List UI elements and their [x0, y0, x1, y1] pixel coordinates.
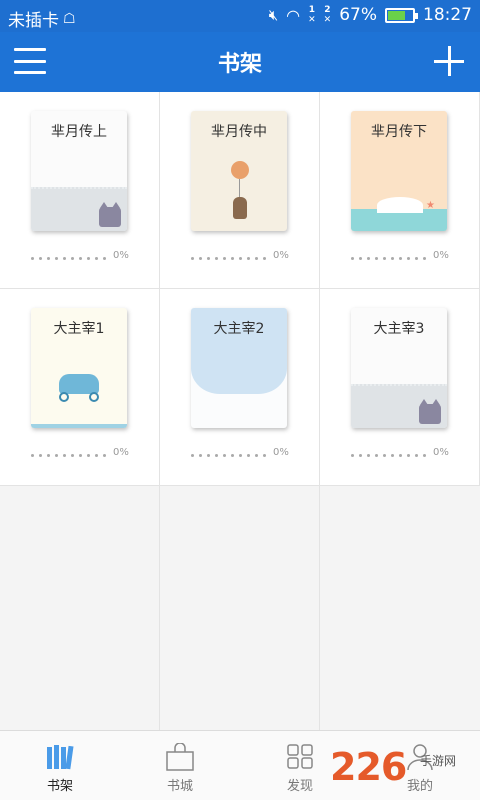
book-cover[interactable]: 大主宰3 — [351, 308, 447, 428]
watermark-logo: 226 — [330, 745, 407, 789]
app-header: 书架 — [0, 32, 480, 92]
progress-percent: 0% — [433, 447, 449, 458]
book-cover[interactable]: 芈月传中 — [191, 111, 287, 231]
balloon-bear-illustration — [231, 161, 249, 179]
book-cell[interactable]: 芈月传下 ★ 0% — [320, 92, 480, 289]
empty-slot — [320, 688, 480, 730]
bear-figure — [233, 197, 247, 219]
bookshelf-icon — [47, 745, 74, 770]
rock-figure — [377, 197, 423, 213]
add-button[interactable] — [432, 44, 466, 78]
sim1-signal-icon: 1 ✕ — [308, 5, 316, 25]
book-cover[interactable]: 大主宰1 — [31, 308, 127, 428]
watermark-text: 手游网 — [420, 754, 457, 768]
carrier-text: 未插卡 — [8, 11, 59, 31]
book-cell[interactable]: 大主宰3 0% — [320, 289, 480, 486]
sim2-signal-icon: 2 ✕ — [323, 5, 332, 25]
bottom-navigation: 书架 书城 发现 我的 — [0, 730, 480, 800]
android-icon: ☖ — [63, 10, 76, 27]
book-cell[interactable]: 大主宰1 0% — [0, 289, 160, 486]
status-bar: 未插卡 ☖ 🔇︎ ◠ 1 ✕ 2 ✕ 67% 18:27 — [0, 0, 480, 32]
cover-border — [31, 424, 127, 428]
clock: 18:27 — [423, 5, 472, 25]
book-cell[interactable]: 芈月传上 0% — [0, 92, 160, 289]
book-title: 芈月传中 — [211, 124, 267, 140]
battery-icon — [385, 7, 418, 23]
book-cover[interactable]: 芈月传上 — [31, 111, 127, 231]
book-title: 大主宰1 — [53, 321, 105, 337]
book-cell[interactable]: 芈月传中 0% — [160, 92, 320, 289]
scooter-wheel — [89, 392, 99, 402]
scooter-wheel — [59, 392, 69, 402]
book-cover[interactable]: 大主宰2 — [191, 308, 287, 428]
balloon-string — [239, 179, 240, 199]
bookshelf-grid: 芈月传上 0% 芈月传中 0% 芈月传下 ★ 0% 大主宰1 0% 大主宰2 0… — [0, 92, 480, 732]
progress-percent: 0% — [273, 250, 289, 261]
progress-percent: 0% — [113, 250, 129, 261]
starfish-icon: ★ — [426, 200, 435, 211]
book-title: 芈月传上 — [51, 124, 107, 140]
mute-icon: 🔇︎ — [268, 6, 279, 24]
cat-illustration — [419, 399, 441, 424]
tab-bookstore[interactable]: 书城 — [120, 731, 240, 800]
scooter-illustration — [59, 374, 99, 394]
book-title: 芈月传下 — [371, 124, 427, 140]
empty-slot — [160, 688, 320, 730]
cat-illustration — [99, 202, 121, 227]
wifi-icon: ◠ — [286, 5, 301, 25]
book-cover[interactable]: 芈月传下 ★ — [351, 111, 447, 231]
page-title: 书架 — [217, 52, 262, 77]
book-title: 大主宰2 — [213, 321, 265, 337]
tab-bookshelf[interactable]: 书架 — [0, 731, 120, 800]
progress-percent: 0% — [433, 250, 449, 261]
book-cell[interactable]: 大主宰2 0% — [160, 289, 320, 486]
tab-label: 书城 — [166, 779, 193, 794]
progress-percent: 0% — [113, 447, 129, 458]
shopping-bag-icon — [166, 743, 194, 771]
battery-percent: 67% — [339, 5, 377, 25]
book-title: 大主宰3 — [373, 321, 425, 337]
empty-slot — [0, 688, 160, 730]
tab-label: 书架 — [46, 779, 73, 794]
progress-percent: 0% — [273, 447, 289, 458]
grid-icon — [287, 744, 313, 769]
